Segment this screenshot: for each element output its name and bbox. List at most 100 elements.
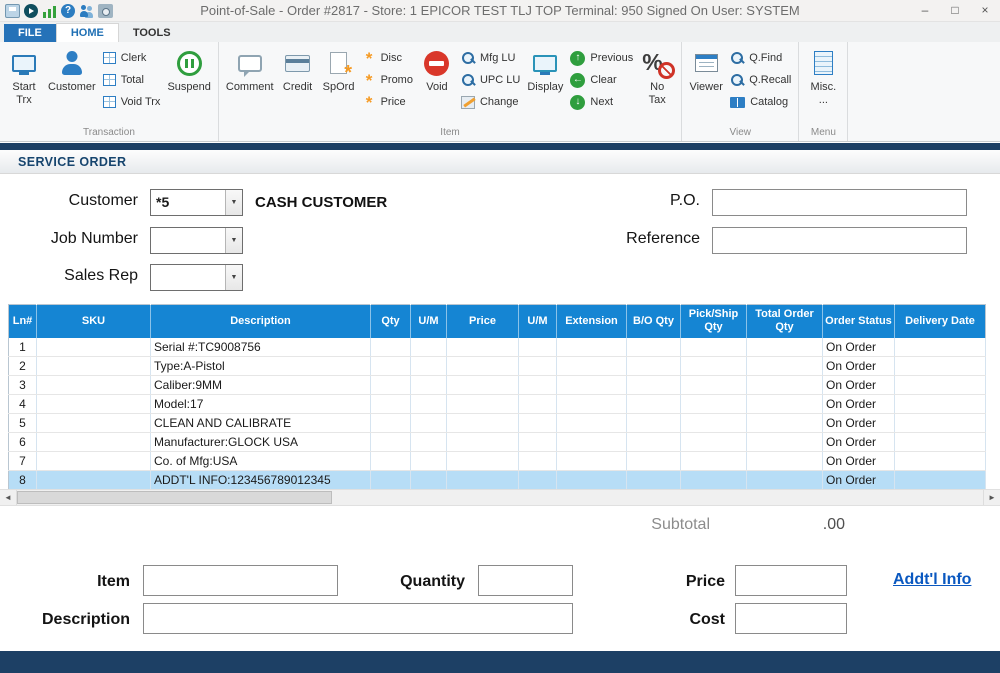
viewer-button[interactable]: Viewer <box>686 45 726 125</box>
next-button[interactable]: ↓ Next <box>570 93 633 111</box>
tab-file[interactable]: FILE <box>4 24 56 42</box>
close-button[interactable]: × <box>970 0 1000 21</box>
cell-order-status: On Order <box>823 395 895 414</box>
print-icon[interactable] <box>5 4 20 18</box>
change-button[interactable]: Change <box>461 93 520 111</box>
column-header-order-status: Order Status <box>823 305 895 338</box>
table-row[interactable]: 5CLEAN AND CALIBRATEOn Order <box>9 414 986 433</box>
clear-button[interactable]: ← Clear <box>570 71 633 89</box>
button-label: Clerk <box>121 52 147 64</box>
spord-button[interactable]: * SpOrd <box>319 45 359 125</box>
item-input[interactable] <box>143 565 338 596</box>
void-button[interactable]: Void <box>417 45 457 125</box>
table-row[interactable]: 1Serial #:TC9008756On Order <box>9 338 986 357</box>
no-tax-button[interactable]: % No Tax <box>637 45 677 125</box>
table-row[interactable]: 2Type:A-PistolOn Order <box>9 357 986 376</box>
ribbon-group-transaction: Start Trx Customer Clerk Total Void Trx <box>0 42 219 141</box>
button-label: Total <box>121 74 144 86</box>
display-button[interactable]: Display <box>524 45 566 125</box>
cost-input[interactable] <box>735 603 847 634</box>
cell-description: Caliber:9MM <box>151 376 371 395</box>
cell-order-status: On Order <box>823 376 895 395</box>
group-label-transaction: Transaction <box>0 125 218 141</box>
comment-button[interactable]: Comment <box>223 45 277 125</box>
description-input[interactable] <box>143 603 573 634</box>
no-tax-icon: % <box>641 50 673 77</box>
cell-qty <box>371 395 411 414</box>
ribbon-tab-bar: FILE HOME TOOLS <box>0 22 1000 42</box>
cell-price <box>447 452 519 471</box>
cell-um <box>411 338 447 357</box>
misc-button[interactable]: Misc. ... <box>803 45 843 125</box>
customer-button[interactable]: Customer <box>45 45 99 125</box>
ribbon-group-view: Viewer Q.Find Q.Recall Catalog View <box>682 42 799 141</box>
q-find-button[interactable]: Q.Find <box>730 49 791 67</box>
price-input[interactable] <box>735 565 847 596</box>
scrollbar-thumb[interactable] <box>17 491 332 504</box>
credit-button[interactable]: Credit <box>278 45 318 125</box>
job-number-combobox[interactable]: ▼ <box>150 227 243 254</box>
document-sun-icon: * <box>330 52 347 74</box>
pencil-icon <box>461 96 475 109</box>
start-trx-button[interactable]: Start Trx <box>4 45 44 125</box>
minimize-button[interactable]: – <box>910 0 940 21</box>
maximize-button[interactable]: □ <box>940 0 970 21</box>
table-row[interactable]: 6Manufacturer:GLOCK USAOn Order <box>9 433 986 452</box>
cell-um <box>519 338 557 357</box>
po-input[interactable] <box>712 189 967 216</box>
cell-price <box>447 471 519 490</box>
cell-um <box>411 414 447 433</box>
dropdown-button[interactable]: ▼ <box>225 228 242 253</box>
reference-input[interactable] <box>712 227 967 254</box>
scroll-left-button[interactable]: ◄ <box>0 490 17 505</box>
chart-icon[interactable] <box>42 4 57 18</box>
addtl-info-link[interactable]: Addt'l Info <box>893 571 971 589</box>
tab-tools[interactable]: TOOLS <box>119 24 185 42</box>
promo-button[interactable]: * Promo <box>363 71 413 89</box>
help-icon[interactable]: ? <box>61 4 75 18</box>
line-item-grid: Ln# SKU Description Qty U/M Price U/M Ex… <box>8 304 986 490</box>
table-icon <box>103 74 116 86</box>
suspend-button[interactable]: Suspend <box>164 45 213 125</box>
tab-home[interactable]: HOME <box>56 23 119 42</box>
arrow-up-icon: ↑ <box>570 51 585 66</box>
mfg-lu-button[interactable]: Mfg LU <box>461 49 520 67</box>
dropdown-button[interactable]: ▼ <box>225 190 242 215</box>
disc-button[interactable]: * Disc <box>363 49 413 67</box>
price-button[interactable]: * Price <box>363 93 413 111</box>
sales-rep-combobox[interactable]: ▼ <box>150 264 243 291</box>
security-icon[interactable] <box>98 4 113 18</box>
speech-bubble-icon <box>238 55 262 72</box>
dropdown-button[interactable]: ▼ <box>225 265 242 290</box>
void-trx-button[interactable]: Void Trx <box>103 93 161 111</box>
frame-strip-top <box>0 143 1000 150</box>
cell-delivery-date <box>895 357 986 376</box>
horizontal-scrollbar[interactable]: ◄ ► <box>0 489 1000 506</box>
quantity-input[interactable] <box>478 565 573 596</box>
cell-order-status: On Order <box>823 433 895 452</box>
cell-sku <box>37 357 151 376</box>
cell-qty <box>371 414 411 433</box>
q-recall-button[interactable]: Q.Recall <box>730 71 791 89</box>
cell-sku <box>37 395 151 414</box>
monitor-icon <box>12 55 36 72</box>
start-icon[interactable] <box>24 4 38 18</box>
cell-sku <box>37 452 151 471</box>
users-icon[interactable] <box>79 4 94 18</box>
upc-lu-button[interactable]: UPC LU <box>461 71 520 89</box>
catalog-button[interactable]: Catalog <box>730 93 791 111</box>
arrow-left-icon: ← <box>570 73 585 88</box>
table-row[interactable]: 4Model:17On Order <box>9 395 986 414</box>
grid-header-row: Ln# SKU Description Qty U/M Price U/M Ex… <box>9 305 986 338</box>
po-label: P.O. <box>600 192 700 210</box>
table-row-selected[interactable]: 8ADDT'L INFO:123456789012345On Order <box>9 471 986 490</box>
quantity-label: Quantity <box>365 573 465 591</box>
table-row[interactable]: 3Caliber:9MMOn Order <box>9 376 986 395</box>
clerk-button[interactable]: Clerk <box>103 49 161 67</box>
column-header-qty: Qty <box>371 305 411 338</box>
total-button[interactable]: Total <box>103 71 161 89</box>
previous-button[interactable]: ↑ Previous <box>570 49 633 67</box>
scroll-right-button[interactable]: ► <box>983 490 1000 505</box>
table-row[interactable]: 7Co. of Mfg:USAOn Order <box>9 452 986 471</box>
customer-combobox[interactable]: *5 ▼ <box>150 189 243 216</box>
